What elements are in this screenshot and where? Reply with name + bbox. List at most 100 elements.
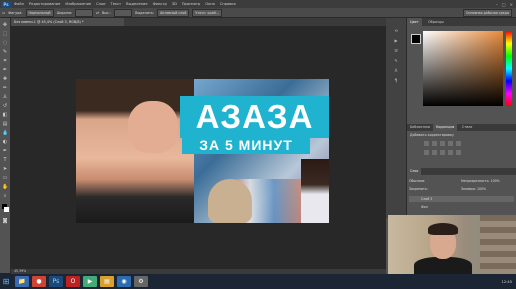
vibrance-icon[interactable] bbox=[456, 141, 461, 146]
stamp-tool-icon[interactable]: ♙ bbox=[2, 94, 8, 100]
files-icon[interactable]: ▤ bbox=[100, 276, 114, 287]
zoom-tool-icon[interactable]: ⌕ bbox=[2, 193, 8, 199]
history-icon[interactable]: ⟲ bbox=[392, 28, 400, 34]
layer-lock-row[interactable]: Закрепить: Заливка: 100% bbox=[409, 186, 514, 192]
menu-type[interactable]: Текст bbox=[111, 2, 122, 6]
photo-filter-icon[interactable] bbox=[448, 150, 453, 155]
healing-tool-icon[interactable]: ✚ bbox=[2, 76, 8, 82]
tab-adjustments[interactable]: Коррекция bbox=[433, 124, 458, 131]
document-tab[interactable]: Без имени-1 @ 45,4% (Слой 3, RGB/8) * bbox=[11, 18, 124, 26]
layer-name: Фон bbox=[421, 205, 428, 209]
crop-tool-icon[interactable]: ⌗ bbox=[2, 58, 8, 64]
tab-swatches[interactable]: Образцы bbox=[425, 18, 447, 26]
minimize-icon[interactable]: – bbox=[496, 2, 498, 7]
eyedropper-tool-icon[interactable]: ✒ bbox=[2, 67, 8, 73]
windows-icon[interactable]: ⊞ bbox=[0, 274, 12, 289]
menu-view[interactable]: Просмотр bbox=[182, 2, 200, 6]
system-clock[interactable]: 12:45 bbox=[502, 280, 516, 284]
explorer-icon[interactable]: 📁 bbox=[15, 276, 29, 287]
refine-edge-button[interactable]: Уточн. край... bbox=[192, 8, 222, 17]
brightness-icon[interactable] bbox=[424, 141, 429, 146]
eraser-tool-icon[interactable]: ◧ bbox=[2, 112, 8, 118]
blend-mode[interactable]: Обычные bbox=[409, 179, 424, 183]
options-bar: ▭ Фигура: Нормальный Ширина: ⇄ Выс.: Выд… bbox=[0, 8, 516, 18]
color-picker-field[interactable] bbox=[423, 31, 503, 106]
workspace-select[interactable]: Основная рабочая среда bbox=[462, 8, 512, 17]
tab-styles[interactable]: Стили bbox=[459, 124, 475, 131]
tab-color[interactable]: Цвет bbox=[407, 18, 422, 26]
channel-mixer-icon[interactable] bbox=[456, 150, 461, 155]
tab-libraries[interactable]: Библиотеки bbox=[407, 124, 433, 131]
levels-icon[interactable] bbox=[432, 141, 437, 146]
select-dropdown[interactable]: Активный слой bbox=[157, 8, 190, 17]
layer-name: Слой 3 bbox=[421, 197, 433, 201]
type-tool-icon[interactable]: T bbox=[2, 157, 8, 163]
exposure-icon[interactable] bbox=[448, 141, 453, 146]
pen-tool-icon[interactable]: ✒ bbox=[2, 148, 8, 154]
menu-layers[interactable]: Слои bbox=[96, 2, 105, 6]
menu-help[interactable]: Справка bbox=[220, 2, 236, 6]
black-white-icon[interactable] bbox=[440, 150, 445, 155]
width-field[interactable] bbox=[75, 8, 94, 17]
art-hand bbox=[128, 101, 178, 153]
fill-value[interactable]: Заливка: 100% bbox=[461, 186, 486, 192]
photoshop-taskbar-icon[interactable]: Ps bbox=[49, 276, 63, 287]
paragraph-icon[interactable]: ¶ bbox=[392, 78, 400, 84]
hue-saturation-icon[interactable] bbox=[424, 150, 429, 155]
webcam-shelf bbox=[480, 215, 516, 274]
browser-icon[interactable]: ● bbox=[32, 276, 46, 287]
player-icon[interactable]: ◉ bbox=[117, 276, 131, 287]
style-select[interactable]: Нормальный bbox=[25, 8, 54, 17]
layer-blend-row[interactable]: Обычные Непрозрачность: 100% bbox=[409, 178, 514, 184]
character-icon[interactable]: A bbox=[392, 68, 400, 74]
brush-tool-icon[interactable]: ✏ bbox=[2, 85, 8, 91]
marquee-tool-icon[interactable]: ⬚ bbox=[2, 31, 8, 37]
shape-tool-icon[interactable]: ▭ bbox=[2, 175, 8, 181]
marquee-tool-icon[interactable]: ▭ bbox=[2, 11, 5, 15]
art-person bbox=[76, 79, 194, 223]
opacity-value[interactable]: Непрозрачность: 100% bbox=[461, 178, 500, 184]
menu-image[interactable]: Изображение bbox=[65, 2, 91, 6]
brush-presets-icon[interactable]: ✎ bbox=[392, 58, 400, 64]
curves-icon[interactable] bbox=[440, 141, 445, 146]
tab-layers[interactable]: Слои bbox=[407, 168, 422, 175]
webcam-body bbox=[414, 257, 472, 274]
art-second-person bbox=[301, 159, 329, 223]
opera-icon[interactable]: O bbox=[66, 276, 80, 287]
height-field[interactable] bbox=[114, 8, 133, 17]
foreground-swatch[interactable] bbox=[411, 34, 421, 44]
photoshop-logo-icon[interactable]: Ps bbox=[1, 0, 11, 8]
move-tool-icon[interactable]: ✥ bbox=[2, 22, 8, 28]
maximize-icon[interactable]: □ bbox=[502, 2, 506, 7]
quick-mask-icon[interactable]: ◙ bbox=[2, 218, 8, 224]
gradient-tool-icon[interactable]: ▤ bbox=[2, 121, 8, 127]
close-icon[interactable]: × bbox=[510, 2, 513, 7]
path-select-icon[interactable]: ➤ bbox=[2, 166, 8, 172]
properties-icon[interactable]: ☰ bbox=[392, 48, 400, 54]
background-color-icon[interactable] bbox=[4, 207, 9, 212]
tool-icon[interactable]: ⚙ bbox=[134, 276, 148, 287]
dodge-tool-icon[interactable]: ◐ bbox=[2, 139, 8, 145]
menu-edit[interactable]: Редактирование bbox=[29, 2, 60, 6]
menu-filter[interactable]: Фильтр bbox=[153, 2, 167, 6]
artwork-title: АЗАЗА bbox=[195, 98, 314, 135]
hue-slider[interactable] bbox=[506, 31, 512, 106]
artwork-image[interactable]: АЗАЗА ЗА 5 МИНУТ bbox=[76, 79, 329, 223]
history-brush-icon[interactable]: ↺ bbox=[2, 103, 8, 109]
hand-tool-icon[interactable]: ✋ bbox=[2, 184, 8, 190]
media-icon[interactable]: ▶ bbox=[83, 276, 97, 287]
swap-icon[interactable]: ⇄ bbox=[96, 11, 99, 15]
menu-file[interactable]: Файл bbox=[14, 2, 24, 6]
lock-label: Закрепить: bbox=[409, 187, 428, 191]
layer-row[interactable]: Слой 3 bbox=[409, 196, 514, 202]
actions-icon[interactable]: ▶ bbox=[392, 38, 400, 44]
menu-select[interactable]: Выделение bbox=[126, 2, 147, 6]
menu-3d[interactable]: 3D bbox=[172, 2, 177, 6]
lasso-tool-icon[interactable]: ◌ bbox=[2, 40, 8, 46]
quick-select-tool-icon[interactable]: ✎ bbox=[2, 49, 8, 55]
blur-tool-icon[interactable]: 💧 bbox=[2, 130, 8, 136]
window-controls: – □ × bbox=[496, 2, 516, 7]
menu-window[interactable]: Окно bbox=[205, 2, 215, 6]
layer-row[interactable]: Фон bbox=[409, 204, 514, 210]
color-balance-icon[interactable] bbox=[432, 150, 437, 155]
